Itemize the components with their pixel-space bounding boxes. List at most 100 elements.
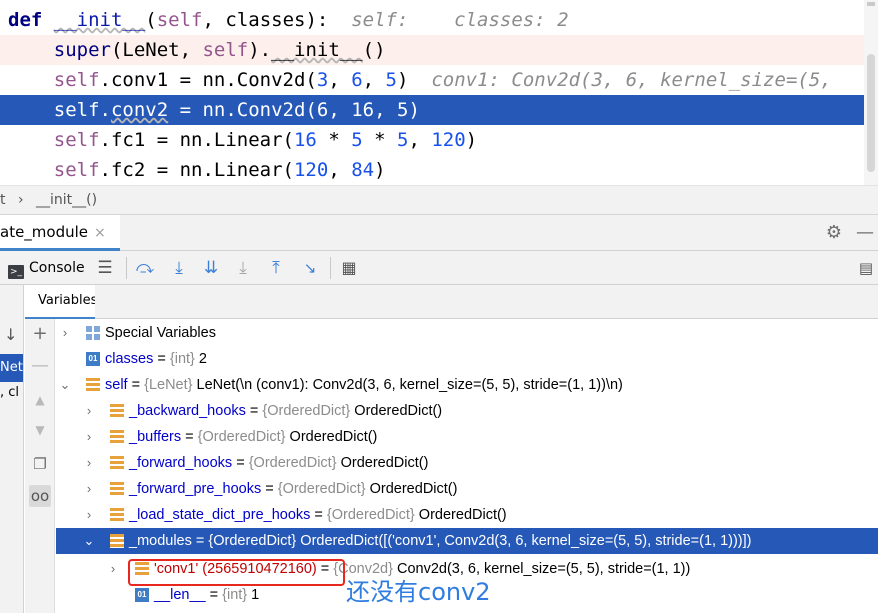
- special-variables-icon: [86, 326, 100, 340]
- code-token: 6: [316, 99, 329, 121]
- code-token: __init__: [53, 9, 146, 31]
- var-forward-pre-hooks-text: _forward_pre_hooks = {OrderedDict} Order…: [129, 476, 457, 502]
- var-name: classes: [105, 351, 154, 367]
- code-token: 5: [351, 129, 363, 151]
- code-line-3[interactable]: self.conv1 = nn.Conv2d(3, 6, 5) conv1: C…: [0, 65, 878, 95]
- console-tab[interactable]: >_ Console: [8, 257, 85, 279]
- var-backward-hooks-text: _backward_hooks = {OrderedDict} OrderedD…: [129, 398, 442, 424]
- menu-lines-icon[interactable]: ☰: [94, 257, 116, 279]
- variables-tree[interactable]: › Special Variables 01 classes = {int} 2…: [56, 319, 878, 613]
- step-out-icon[interactable]: ⤒: [265, 257, 287, 279]
- code-token: ,: [374, 99, 398, 121]
- variables-actions: + — ▲ ▼ ❐ oo: [25, 319, 55, 613]
- close-icon[interactable]: ×: [94, 225, 106, 241]
- expand-arrow-icon[interactable]: ›: [58, 320, 72, 346]
- var-name: _forward_pre_hooks: [129, 481, 262, 497]
- code-editor[interactable]: def __init__(self, classes): self: class…: [0, 0, 878, 185]
- layout-icon[interactable]: ▤: [856, 257, 876, 279]
- code-token: = nn.Conv2d(: [168, 99, 317, 121]
- tab-variables[interactable]: Variables: [25, 285, 95, 319]
- scrollbar-thumb[interactable]: [867, 54, 875, 172]
- frames-panel[interactable]: ↓ Net , cl: [0, 285, 24, 613]
- move-up-icon[interactable]: ▲: [29, 389, 51, 411]
- collapse-arrow-icon[interactable]: ⌄: [82, 528, 96, 554]
- step-into-icon[interactable]: ⤓: [168, 257, 190, 279]
- step-into-my-code-icon[interactable]: ⇊: [200, 257, 222, 279]
- expand-arrow-icon[interactable]: ›: [82, 398, 96, 424]
- tree-row-load-state-dict-pre-hooks[interactable]: › _load_state_dict_pre_hooks = {OrderedD…: [56, 502, 878, 528]
- object-icon: [86, 378, 100, 392]
- var-self-text: self = {LeNet} LeNet(\n (conv1): Conv2d(…: [105, 372, 623, 398]
- var-value: LeNet(\n (conv1): Conv2d(3, 6, kernel_si…: [192, 377, 623, 393]
- evaluate-expression-icon[interactable]: ▦: [338, 257, 360, 279]
- code-token: 16: [351, 99, 375, 121]
- force-step-into-icon[interactable]: ⤓: [232, 257, 254, 279]
- glasses-icon[interactable]: oo: [29, 485, 51, 507]
- code-token: ,: [328, 159, 352, 181]
- code-token: self: classes: 2: [328, 9, 569, 31]
- var-type: {int}: [169, 351, 195, 367]
- tree-row-self[interactable]: ⌄ self = {LeNet} LeNet(\n (conv1): Conv2…: [56, 372, 878, 398]
- tree-row-classes[interactable]: 01 classes = {int} 2: [56, 346, 878, 372]
- expand-arrow-icon[interactable]: ›: [106, 556, 120, 582]
- copy-icon[interactable]: ❐: [29, 453, 51, 475]
- code-token: ).: [248, 39, 272, 61]
- var-name: _buffers: [129, 429, 182, 445]
- breadcrumb-item-class[interactable]: t: [0, 186, 6, 215]
- code-token: .conv1 = nn.Conv2d(: [99, 69, 317, 91]
- debug-session-tab[interactable]: ate_module ×: [0, 215, 120, 251]
- var-name: _load_state_dict_pre_hooks: [129, 507, 311, 523]
- collapse-arrow-icon[interactable]: ⌄: [58, 372, 72, 398]
- minimize-icon[interactable]: —: [855, 223, 875, 243]
- var-value: OrderedDict(): [414, 507, 507, 523]
- step-over-icon[interactable]: ⤼: [134, 257, 156, 279]
- code-line-5[interactable]: self.fc1 = nn.Linear(16 * 5 * 5, 120): [0, 125, 878, 155]
- tree-row-backward-hooks[interactable]: › _backward_hooks = {OrderedDict} Ordere…: [56, 398, 878, 424]
- code-token: (: [145, 9, 157, 31]
- add-watch-icon[interactable]: +: [29, 323, 51, 345]
- var-name: _forward_hooks: [129, 455, 233, 471]
- code-token: *: [316, 129, 352, 151]
- code-token: (LeNet,: [110, 39, 203, 61]
- code-line-1[interactable]: def __init__(self, classes): self: class…: [0, 5, 878, 35]
- remove-watch-icon[interactable]: —: [29, 355, 51, 377]
- tree-row-special-variables[interactable]: › Special Variables: [56, 320, 878, 346]
- code-token: ): [408, 99, 420, 121]
- scrollbar-marker: [867, 2, 875, 6]
- code-token: super: [8, 39, 111, 61]
- code-token: (): [362, 39, 386, 61]
- arrow-down-icon[interactable]: ↓: [4, 325, 17, 344]
- int-type-icon: 01: [86, 352, 100, 366]
- tree-row-forward-pre-hooks[interactable]: › _forward_pre_hooks = {OrderedDict} Ord…: [56, 476, 878, 502]
- expand-arrow-icon[interactable]: ›: [82, 450, 96, 476]
- expand-arrow-icon[interactable]: ›: [82, 502, 96, 528]
- tree-row-buffers[interactable]: › _buffers = {OrderedDict} OrderedDict(): [56, 424, 878, 450]
- annotation-highlight-box: [128, 559, 345, 586]
- code-token: ,: [328, 99, 352, 121]
- var-eq: =: [245, 403, 263, 419]
- var-type: {OrderedDict}: [326, 507, 415, 523]
- var-modules-text: _modules = {OrderedDict} OrderedDict([('…: [129, 528, 751, 554]
- expand-arrow-icon[interactable]: ›: [82, 424, 96, 450]
- debug-session-label: ate_module: [0, 223, 89, 241]
- tree-row-forward-hooks[interactable]: › _forward_hooks = {OrderedDict} Ordered…: [56, 450, 878, 476]
- gear-icon[interactable]: ⚙: [824, 223, 844, 243]
- code-token: ,: [362, 69, 386, 91]
- code-token: ,: [408, 129, 432, 151]
- editor-scrollbar[interactable]: [864, 0, 878, 185]
- code-token: 3: [316, 69, 329, 91]
- var-eq: =: [205, 587, 223, 603]
- var-eq: =: [232, 455, 249, 471]
- code-line-6[interactable]: self.fc2 = nn.Linear(120, 84): [0, 155, 878, 185]
- breadcrumb-item-method[interactable]: __init__(): [36, 186, 97, 215]
- code-token: 16: [293, 129, 317, 151]
- frame-selected[interactable]: Net: [0, 354, 23, 382]
- code-line-4-current[interactable]: self.conv2 = nn.Conv2d(6, 16, 5): [0, 95, 878, 125]
- code-line-2[interactable]: super(LeNet, self).__init__(): [0, 35, 878, 65]
- tree-row-modules[interactable]: ⌄ _modules = {OrderedDict} OrderedDict([…: [56, 528, 878, 554]
- expand-arrow-icon[interactable]: ›: [82, 476, 96, 502]
- move-down-icon[interactable]: ▼: [29, 419, 51, 441]
- run-to-cursor-icon[interactable]: ↘: [298, 257, 322, 279]
- debug-toolbar: >_ Console ☰ ⤼ ⤓ ⇊ ⤓ ⤒ ↘ ▦ ▤: [0, 251, 878, 285]
- frame-text[interactable]: , cl: [0, 385, 19, 400]
